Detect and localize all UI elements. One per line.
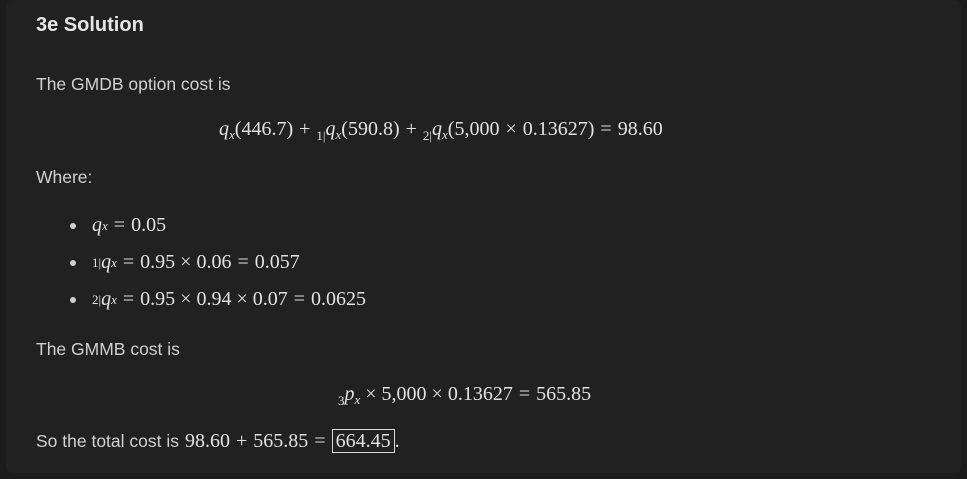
gmdb-equation: qx(446.7) +1|qx(590.8) +2|qx(5,000 × 0.13627… xyxy=(219,118,663,143)
gmmb-equation: 3px × 5,000 × 0.13627 = 565.85 xyxy=(338,383,592,408)
solution-card: 3e Solution The GMDB option cost is qx(4… xyxy=(6,0,961,473)
section-heading: 3e Solution xyxy=(36,14,144,36)
boxed-answer: 664.45 xyxy=(331,429,395,453)
list-item: 2| q x = 0.95 × 0.94 × 0.07 = 0.0625 xyxy=(70,288,366,311)
bullet-dot xyxy=(70,259,76,266)
list-item: 1| q x = 0.95 × 0.06 = 0.057 xyxy=(70,251,300,274)
gmmb-intro-text: The GMMB cost is xyxy=(36,339,180,359)
bullet-dot xyxy=(70,296,76,303)
gmdb-intro-text: The GMDB option cost is xyxy=(36,74,231,94)
total-cost-line: So the total cost is 98.60 +565.85 = 664.45… xyxy=(36,429,400,453)
where-label: Where: xyxy=(36,167,93,187)
bullet-dot xyxy=(70,222,76,229)
list-item: q x = 0.05 xyxy=(70,214,166,237)
